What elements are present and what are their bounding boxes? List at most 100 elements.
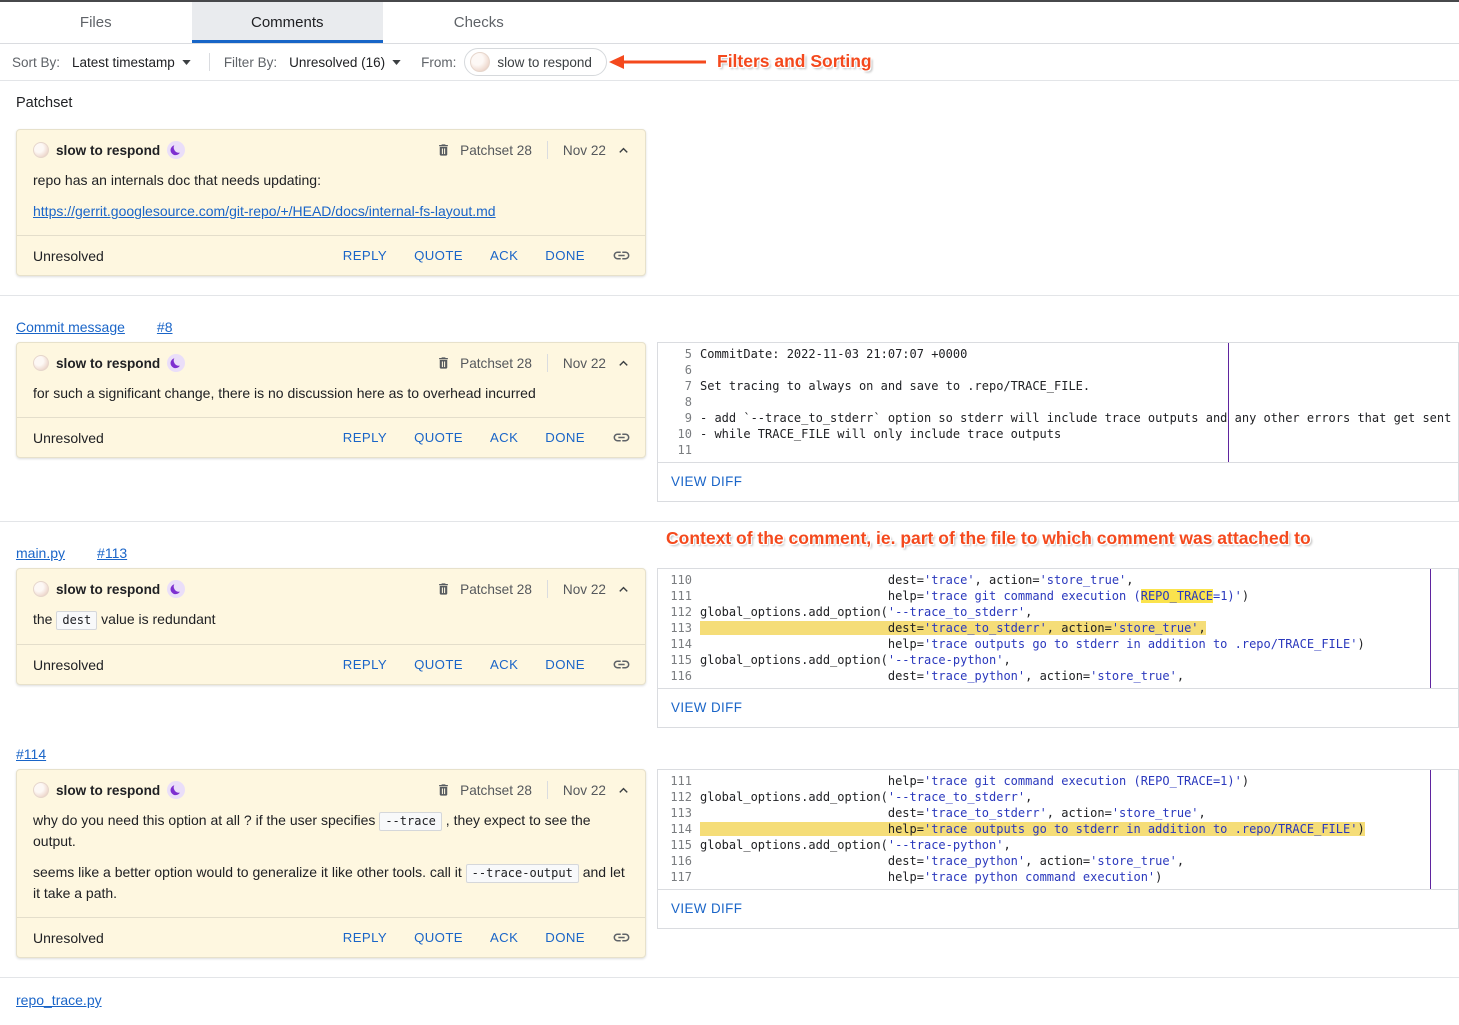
comment-footer: UnresolvedREPLYQUOTEACKDONE: [17, 417, 645, 457]
file-link[interactable]: main.py: [16, 545, 65, 561]
quote-button[interactable]: QUOTE: [414, 930, 463, 945]
delete-comment-button[interactable]: [436, 142, 451, 158]
delete-comment-button[interactable]: [436, 782, 451, 798]
code-segment: global_options.add_option(: [700, 605, 888, 619]
ack-button[interactable]: ACK: [490, 657, 518, 672]
line-number[interactable]: 111: [658, 588, 700, 604]
done-button[interactable]: DONE: [545, 430, 585, 445]
view-diff-button[interactable]: VIEW DIFF: [671, 700, 742, 715]
tabs-bar: FilesCommentsChecks: [0, 2, 1459, 44]
code-segment: ,: [1177, 669, 1184, 683]
line-number[interactable]: 11: [658, 442, 700, 458]
done-button[interactable]: DONE: [545, 248, 585, 263]
filter-by-value: Unresolved (16): [289, 55, 385, 70]
line-content: help='trace git command execution (REPO_…: [700, 773, 1249, 789]
sort-by-dropdown[interactable]: Latest timestamp: [68, 53, 195, 72]
line-content: dest='trace_python', action='store_true'…: [700, 668, 1184, 684]
view-diff-row: VIEW DIFF: [658, 688, 1458, 727]
line-number[interactable]: 114: [658, 636, 700, 652]
copy-link-button[interactable]: [612, 246, 631, 265]
done-button[interactable]: DONE: [545, 930, 585, 945]
line-content: global_options.add_option('--trace-pytho…: [700, 837, 1011, 853]
ack-button[interactable]: ACK: [490, 248, 518, 263]
copy-link-button[interactable]: [612, 655, 631, 674]
code-segment: , action=: [1047, 806, 1112, 820]
line-number[interactable]: 8: [658, 394, 700, 410]
view-diff-button[interactable]: VIEW DIFF: [671, 474, 742, 489]
margin-line: [1430, 770, 1431, 889]
comment-meta: Patchset 28Nov 22: [436, 781, 632, 799]
copy-link-button[interactable]: [612, 928, 631, 947]
line-number[interactable]: 112: [658, 789, 700, 805]
collapse-comment-button[interactable]: [615, 355, 632, 372]
comment-anchor-link[interactable]: #113: [97, 545, 127, 561]
comment-anchor-link[interactable]: #114: [16, 746, 46, 762]
delete-comment-button[interactable]: [436, 355, 451, 371]
tab-files[interactable]: Files: [0, 2, 192, 43]
line-number[interactable]: 7: [658, 378, 700, 394]
line-number[interactable]: 116: [658, 853, 700, 869]
comment-anchor-link[interactable]: #8: [157, 319, 173, 335]
comment-text-segment: the: [33, 611, 56, 627]
line-number[interactable]: 113: [658, 805, 700, 821]
diff-line: 113 dest='trace_to_stderr', action='stor…: [658, 620, 1458, 636]
comment-text-segment: why do you need this option at all ? if …: [33, 812, 379, 828]
comment-card-header: slow to respondPatchset 28Nov 22: [17, 770, 645, 802]
from-chip-value: slow to respond: [497, 55, 592, 70]
tab-checks[interactable]: Checks: [383, 2, 575, 43]
view-diff-button[interactable]: VIEW DIFF: [671, 901, 742, 916]
diff-line: 112global_options.add_option('--trace_to…: [658, 604, 1458, 620]
collapse-comment-button[interactable]: [615, 581, 632, 598]
code-segment: help=: [700, 637, 924, 651]
line-content: help='trace git command execution (REPO_…: [700, 588, 1249, 604]
line-number[interactable]: 116: [658, 668, 700, 684]
filter-bar-divider: [209, 53, 210, 71]
line-number[interactable]: 5: [658, 346, 700, 362]
code-segment: 'trace_python': [924, 854, 1025, 868]
code-segment: , action=: [975, 573, 1040, 587]
tab-comments[interactable]: Comments: [192, 2, 384, 43]
done-button[interactable]: DONE: [545, 657, 585, 672]
section-repo-trace-py: repo_trace.py: [0, 978, 1459, 1025]
reply-button[interactable]: REPLY: [343, 248, 387, 263]
ack-button[interactable]: ACK: [490, 430, 518, 445]
line-number[interactable]: 115: [658, 837, 700, 853]
quote-button[interactable]: QUOTE: [414, 657, 463, 672]
from-filter-chip[interactable]: slow to respond: [464, 48, 607, 76]
line-content: dest='trace_to_stderr', action='store_tr…: [700, 620, 1206, 636]
line-number[interactable]: 113: [658, 620, 700, 636]
quote-button[interactable]: QUOTE: [414, 248, 463, 263]
collapse-comment-button[interactable]: [615, 142, 632, 159]
reply-button[interactable]: REPLY: [343, 657, 387, 672]
line-number[interactable]: 114: [658, 821, 700, 837]
avatar: [33, 581, 49, 597]
line-number[interactable]: 112: [658, 604, 700, 620]
code-segment: ,: [1025, 605, 1032, 619]
file-link[interactable]: Commit message: [16, 319, 125, 335]
line-number[interactable]: 117: [658, 869, 700, 885]
comment-link[interactable]: https://gerrit.googlesource.com/git-repo…: [33, 203, 496, 219]
line-number[interactable]: 10: [658, 426, 700, 442]
chevron-up-icon: [615, 581, 632, 598]
line-number[interactable]: 6: [658, 362, 700, 378]
unresolved-status: Unresolved: [33, 248, 104, 264]
line-number[interactable]: 115: [658, 652, 700, 668]
file-link[interactable]: repo_trace.py: [16, 992, 102, 1008]
quote-button[interactable]: QUOTE: [414, 430, 463, 445]
comment-card-header: slow to respondPatchset 28Nov 22: [17, 130, 645, 162]
filter-by-dropdown[interactable]: Unresolved (16): [285, 53, 405, 72]
ack-button[interactable]: ACK: [490, 930, 518, 945]
delete-comment-button[interactable]: [436, 581, 451, 597]
copy-link-button[interactable]: [612, 428, 631, 447]
patchset-label: Patchset 28: [460, 783, 532, 798]
line-number[interactable]: 111: [658, 773, 700, 789]
line-number[interactable]: 9: [658, 410, 700, 426]
comment-actions: REPLY QUOTE ACK DONE: [343, 655, 631, 674]
collapse-comment-button[interactable]: [615, 782, 632, 799]
line-number[interactable]: 110: [658, 572, 700, 588]
comment-card: slow to respondPatchset 28Nov 22 why do y…: [16, 769, 646, 958]
reply-button[interactable]: REPLY: [343, 930, 387, 945]
code-segment: ): [1242, 774, 1249, 788]
moon-icon: [167, 781, 185, 799]
reply-button[interactable]: REPLY: [343, 430, 387, 445]
